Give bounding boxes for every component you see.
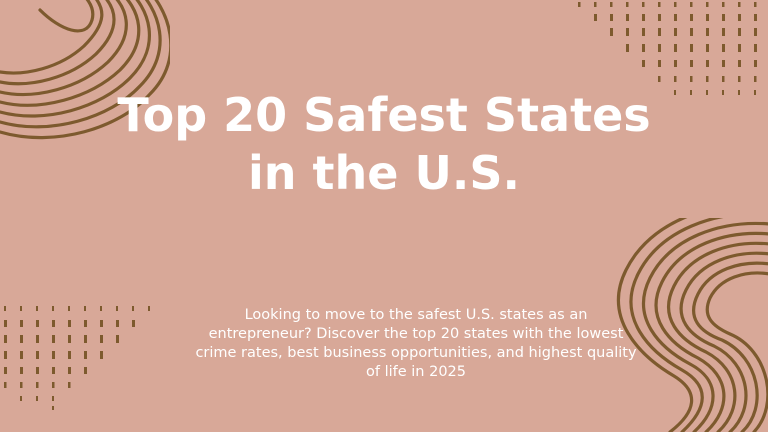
slide-title: Top 20 Safest States in the U.S. xyxy=(84,86,684,202)
dot-grid-bottom-left xyxy=(4,306,150,410)
slide-title-line-1: Top 20 Safest States xyxy=(117,88,651,142)
dot-grid-top-right xyxy=(578,2,757,95)
slide-title-line-2: in the U.S. xyxy=(248,146,520,200)
slide-subtitle: Looking to move to the safest U.S. state… xyxy=(195,307,637,380)
slide: Top 20 Safest States in the U.S. Looking… xyxy=(0,0,768,432)
